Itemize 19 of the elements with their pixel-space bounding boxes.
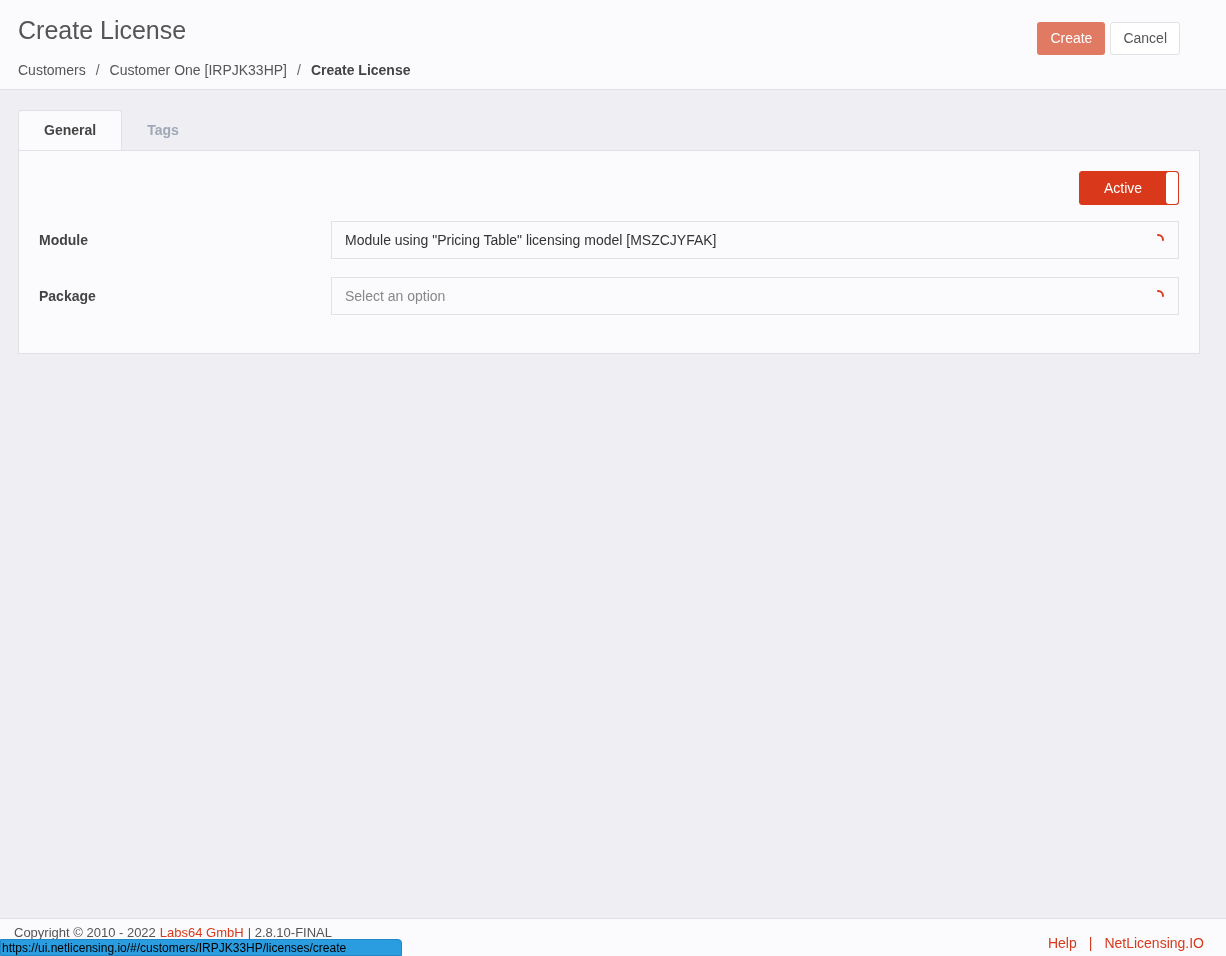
status-url-tooltip: https://ui.netlicensing.io/#/customers/IRPJK33HP/licenses/create xyxy=(0,939,402,956)
breadcrumb-separator: / xyxy=(95,60,100,80)
breadcrumb-link[interactable]: Customer One [IRPJK33HP] xyxy=(109,59,287,81)
page-title: Create License xyxy=(18,15,188,46)
field-label: Module xyxy=(39,230,89,250)
field-label: Package xyxy=(39,286,97,306)
breadcrumb-separator: / xyxy=(297,60,301,80)
active-toggle[interactable]: Active xyxy=(1079,171,1179,205)
footer-link[interactable]: Help xyxy=(1047,933,1077,954)
create-button[interactable]: Create xyxy=(1037,22,1106,55)
select-field[interactable]: Module using "Pricing Table" licensing model [MSZCJYFAK] xyxy=(331,221,1179,259)
tab[interactable]: General xyxy=(18,110,123,150)
footer-link[interactable]: NetLicensing.IO xyxy=(1104,933,1204,954)
select-field[interactable]: Select an option xyxy=(331,277,1179,315)
link-separator: | xyxy=(1088,934,1093,953)
breadcrumb-current: Create License xyxy=(310,60,411,80)
copyright-text: Copyright © 2010 - 2022 xyxy=(14,924,156,942)
breadcrumb-link[interactable]: Customers xyxy=(18,59,86,81)
cancel-button[interactable]: Cancel xyxy=(1110,22,1180,55)
